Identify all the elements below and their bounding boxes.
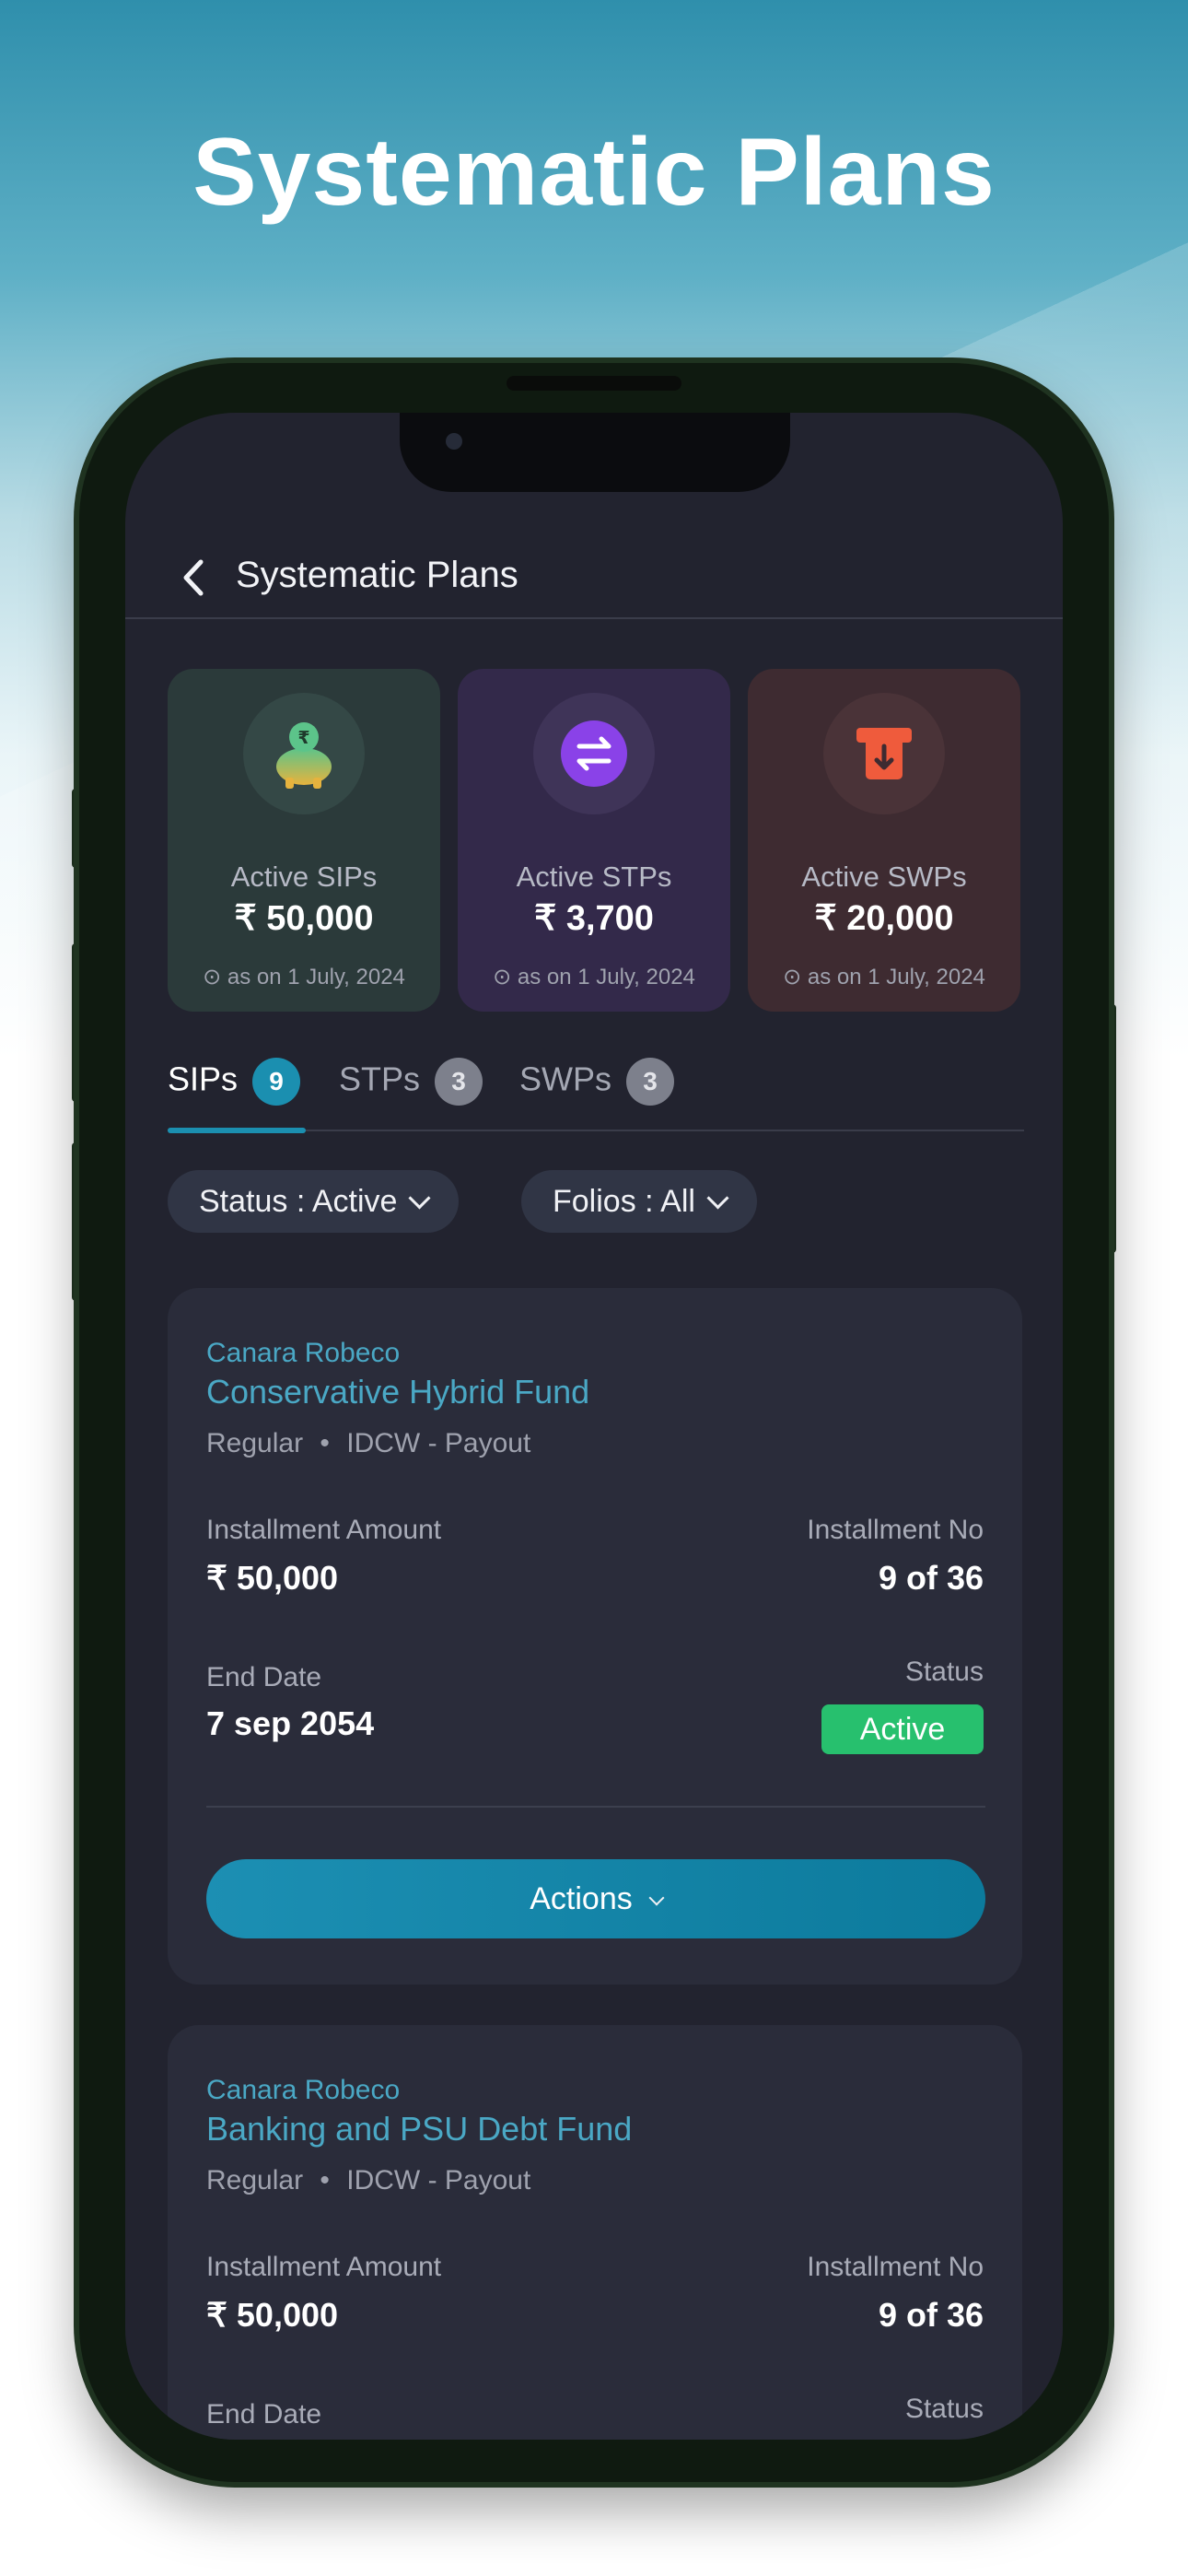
card-label: Active SIPs [230, 861, 378, 893]
card-label: Active STPs [516, 861, 672, 893]
plan-meta: Regular • IDCW - Payout [206, 1428, 530, 1459]
status-label: Status [904, 1657, 984, 1687]
fund-name-link[interactable]: Banking and PSU Debt Fund [206, 2110, 632, 2149]
header-divider [125, 617, 1063, 619]
installment-no-value: 9 of 36 [878, 1559, 984, 1597]
clock-icon: ⊙ [203, 965, 222, 989]
tab-label: STPs [339, 1060, 421, 1098]
plan-option: IDCW - Payout [346, 2165, 531, 2195]
chevron-down-icon [408, 1187, 431, 1210]
summary-card-sip[interactable]: ₹ Active SIPs ₹ 50,000 ⊙ as on 1 July, 2… [168, 669, 440, 1012]
tab-label: SWPs [519, 1060, 612, 1098]
installment-amount-label: Installment Amount [206, 1515, 442, 1545]
filter-label: Folios : All [553, 1184, 695, 1219]
plan-meta: Regular • IDCW - Payout [206, 2165, 530, 2196]
installment-amount-label: Installment Amount [206, 2252, 442, 2282]
active-tab-indicator [168, 1128, 306, 1133]
phone-volume-down [72, 1142, 79, 1301]
installment-no-label: Installment No [807, 2252, 984, 2282]
phone-speaker [507, 376, 681, 391]
actions-button[interactable]: Actions [206, 1859, 985, 1938]
folios-filter-dropdown[interactable]: Folios : All [521, 1170, 757, 1233]
bullet-separator: • [320, 2165, 330, 2195]
plan-card: Canara Robeco Conservative Hybrid Fund R… [168, 1288, 1022, 1985]
app-screen: Systematic Plans ₹ Active SIPs ₹ 50,000 … [125, 413, 1063, 2440]
amc-name: Canara Robeco [206, 2075, 401, 2105]
chevron-down-icon [706, 1187, 729, 1210]
installment-no-value: 9 of 36 [878, 2296, 984, 2334]
clock-icon: ⊙ [493, 965, 512, 989]
actions-label: Actions [530, 1881, 633, 1916]
card-as-of: ⊙ as on 1 July, 2024 [748, 964, 1020, 990]
card-as-of: ⊙ as on 1 July, 2024 [168, 964, 440, 990]
promo-headline: Systematic Plans [192, 119, 996, 226]
installment-no-label: Installment No [807, 1515, 984, 1545]
card-amount: ₹ 3,700 [534, 899, 654, 938]
front-camera [446, 433, 462, 450]
installment-amount-value: ₹ 50,000 [206, 2296, 339, 2334]
card-divider [206, 1806, 985, 1808]
card-amount: ₹ 50,000 [234, 899, 374, 938]
tab-stps[interactable]: STPs 3 [339, 1058, 483, 1113]
atm-withdraw-icon [856, 728, 912, 779]
fund-name-link[interactable]: Conservative Hybrid Fund [206, 1373, 589, 1411]
tab-count-badge: 3 [626, 1058, 675, 1106]
plan-option: IDCW - Payout [346, 1428, 531, 1458]
summary-card-swp[interactable]: Active SWPs ₹ 20,000 ⊙ as on 1 July, 202… [748, 669, 1020, 1012]
top-bar: Systematic Plans [125, 533, 1063, 643]
tab-count-badge: 3 [435, 1058, 483, 1106]
tab-count-badge: 9 [252, 1058, 301, 1106]
as-of-text: as on 1 July, 2024 [517, 965, 695, 989]
tab-label: SIPs [168, 1060, 239, 1098]
phone-notch [400, 413, 790, 492]
installment-amount-value: ₹ 50,000 [206, 1559, 339, 1597]
as-of-text: as on 1 July, 2024 [227, 965, 405, 989]
phone-volume-up [72, 943, 79, 1102]
card-as-of: ⊙ as on 1 July, 2024 [458, 964, 730, 990]
plan-type: Regular [206, 2165, 304, 2195]
status-filter-dropdown[interactable]: Status : Active [168, 1170, 460, 1233]
summary-card-stp[interactable]: Active STPs ₹ 3,700 ⊙ as on 1 July, 2024 [458, 669, 730, 1012]
card-amount: ₹ 20,000 [814, 899, 954, 938]
plan-type: Regular [206, 1428, 304, 1458]
plan-tabs: SIPs 9 STPs 3 SWPs 3 [168, 1058, 1024, 1133]
page-title: Systematic Plans [236, 555, 518, 595]
status-label: Status [904, 2394, 984, 2424]
tab-sips[interactable]: SIPs 9 [168, 1058, 301, 1113]
bullet-separator: • [320, 1428, 330, 1458]
card-label: Active SWPs [801, 861, 967, 893]
end-date-label: End Date [206, 1662, 322, 1692]
svg-text:₹: ₹ [297, 728, 309, 748]
amc-name: Canara Robeco [206, 1338, 401, 1368]
filter-label: Status : Active [199, 1184, 398, 1219]
end-date-value: 7 sep 2054 [206, 1704, 375, 1742]
chevron-down-icon [648, 1890, 665, 1906]
phone-mute-switch [72, 789, 79, 868]
plan-card: Canara Robeco Banking and PSU Debt Fund … [168, 2025, 1022, 2440]
end-date-label: End Date [206, 2399, 322, 2430]
chevron-left-icon[interactable] [179, 556, 210, 599]
as-of-text: as on 1 July, 2024 [807, 965, 985, 989]
tab-swps[interactable]: SWPs 3 [519, 1058, 675, 1113]
status-badge: Active [821, 1704, 984, 1754]
swap-arrows-icon [561, 720, 627, 787]
piggy-bank-rupee-icon: ₹ [276, 722, 332, 789]
phone-power-button [1109, 1004, 1116, 1253]
clock-icon: ⊙ [783, 965, 802, 989]
